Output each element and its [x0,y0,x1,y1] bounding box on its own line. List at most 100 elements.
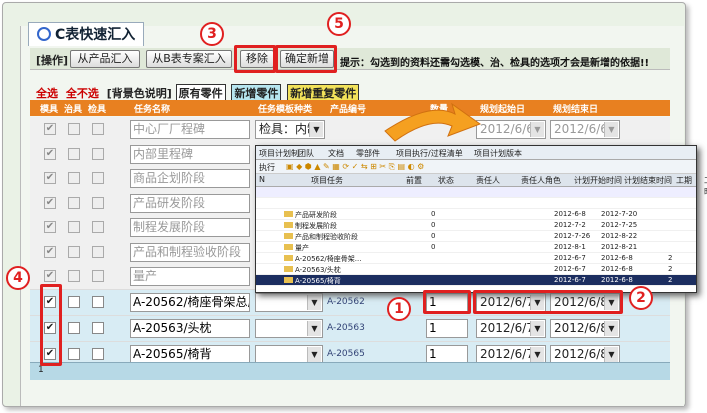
popup-row[interactable]: 制程发展阶段 0 2012-7-2 2012-7-25 [256,220,696,231]
row-checkbox[interactable]: ✔ [44,147,56,160]
popup-task: 产品研发阶段 [284,210,337,220]
footer-num: 1 [38,365,44,375]
row-checkbox[interactable] [68,348,80,360]
highlight-checkboxes [40,284,62,366]
product-code-link[interactable]: A-20565 [327,349,365,359]
row-checkbox[interactable] [92,322,104,334]
op-label: [操作] [36,54,69,67]
popup-end: 2012-8-21 [601,243,638,251]
chevron-down-icon: ▼ [604,122,618,137]
row-checkbox[interactable] [68,270,80,282]
popup-row[interactable]: 产品研发阶段 0 2012-6-8 2012-7-20 [256,209,696,220]
popup-task-name: 产品和制程验收阶段 [295,233,358,241]
row-checkbox[interactable] [68,196,80,209]
popup-row[interactable]: A-20563/头枕 2012-6-7 2012-6-8 2 [256,264,696,275]
row-checkbox[interactable]: ✔ [44,245,56,258]
task-name-field[interactable]: 产品和制程验收阶段 [130,242,250,262]
table-row: ✔ A-20563/头枕 ▼ A-20563 1 2012/6/7 ▼ 2012/6/8 ▼ [30,316,670,342]
popup-start: 2012-6-8 [554,210,586,218]
row-checkbox[interactable] [68,221,80,233]
callout-4: 4 [6,266,30,290]
task-name-field[interactable]: A-20563/头枕 [130,319,250,338]
table-header: 模具 治具 检具 任务名称 任务模板种类 产品编号 数量 规划起始日 规划结束日 [30,100,670,116]
row-checkbox[interactable] [92,245,104,258]
popup-end: 2012-6-8 [601,276,633,284]
popup-run-button[interactable]: 执行 [259,162,275,173]
row-checkbox[interactable] [68,296,80,308]
row-checkbox[interactable]: ✔ [44,123,56,135]
col-mold: 模具 [40,105,59,115]
row-checkbox[interactable] [68,245,80,258]
popup-row[interactable]: A-20562/椅座骨架... 2012-6-7 2012-6-8 2 [256,253,696,264]
popup-task-name: 产品研发阶段 [295,211,337,219]
popup-row[interactable]: 产品和制程验收阶段 0 2012-7-26 2012-8-22 [256,231,696,242]
row-checkbox[interactable] [68,123,80,135]
from-product-button[interactable]: 从产品汇入 [70,50,140,68]
popup-tab[interactable]: 零部件 [356,148,380,159]
popup-start: 2012-8-1 [554,243,586,251]
popup-task: 产品和制程验收阶段 [284,232,358,242]
select-all-link[interactable]: 全选 [36,87,58,100]
row-checkbox[interactable] [92,196,104,209]
folder-icon [284,233,293,239]
task-name-field[interactable]: 中心厂厂程碑 [130,120,250,139]
callout-2: 2 [629,286,653,310]
task-name-field[interactable]: 商品企划阶段 [130,169,250,188]
end-date-select[interactable]: 2012/6/6 ▼ [550,120,620,139]
popup-row[interactable]: 量产 0 2012-8-1 2012-8-21 [256,242,696,253]
popup-end: 2012-7-20 [601,210,638,218]
highlight-qty [423,290,471,314]
task-name-field[interactable]: 产品研发阶段 [130,193,250,213]
arrow-graphic [384,102,482,142]
popup-task-name: 制程发展阶段 [295,222,337,230]
folder-icon [284,255,293,261]
popup-col: 项目任务 [311,176,343,185]
row-checkbox[interactable]: ✔ [44,172,56,184]
end-date-select[interactable]: 2012/6/8 ▼ [550,319,620,338]
product-code-link[interactable]: A-20563 [327,323,365,333]
popup-end: 2012-6-8 [601,265,633,273]
start-date-value: 2012/6/7 [480,321,534,335]
popup-header: N项目任务前置状态责任人责任人角色计划开始时间计划结束时间工期工时 [256,174,707,196]
popup-task-name: A-20562/椅座骨架... [295,255,362,263]
template-select[interactable]: ▼ [255,319,323,338]
popup-task: A-20563/头枕 [284,265,341,275]
row-checkbox[interactable] [92,172,104,184]
row-checkbox[interactable] [92,147,104,160]
row-checkbox[interactable] [92,270,104,282]
row-checkbox[interactable] [92,123,104,135]
template-select[interactable]: ▼ [255,293,323,312]
task-name-field[interactable]: A-20562/椅座骨架总成 [130,293,250,312]
row-checkbox[interactable] [68,322,80,334]
row-checkbox[interactable]: ✔ [44,196,56,209]
end-date-value: 2012/6/8 [554,347,608,361]
popup-tab[interactable]: 团队 [298,148,314,159]
task-name-field[interactable]: 量产 [130,267,250,286]
task-name-field[interactable]: 内部里程碑 [130,144,250,164]
chevron-down-icon: ▼ [604,347,618,362]
popup-tab[interactable]: 文档 [328,148,344,159]
chevron-down-icon: ▼ [307,295,321,310]
row-checkbox[interactable] [92,348,104,360]
chevron-down-icon: ▼ [307,347,321,362]
product-code-link[interactable]: A-20562 [327,297,365,307]
col-task: 任务名称 [134,105,171,115]
select-none-link[interactable]: 全不选 [66,87,99,100]
row-checkbox[interactable]: ✔ [44,221,56,233]
row-checkbox[interactable]: ✔ [44,270,56,282]
highlight-remove [234,45,276,73]
row-checkbox[interactable] [68,147,80,160]
popup-task: 制程发展阶段 [284,221,337,231]
template-select[interactable]: 检具：内制 ▼ [255,120,325,139]
row-checkbox[interactable] [92,221,104,233]
start-date-select[interactable]: 2012/6/7 ▼ [476,319,546,338]
popup-row[interactable]: A-20565/椅背 2012-6-7 2012-6-8 2 [256,275,696,286]
popup-tab[interactable]: 项目计划制 [259,148,299,159]
start-date-value: 2012/6/7 [480,347,534,361]
bg-legend-label: [背景色说明] [106,87,172,100]
row-checkbox[interactable] [68,172,80,184]
row-checkbox[interactable] [92,296,104,308]
from-b-button[interactable]: 从B表专案汇入 [146,50,232,68]
qty-field[interactable]: 1 [426,319,468,338]
task-name-field[interactable]: 制程发展阶段 [130,218,250,237]
